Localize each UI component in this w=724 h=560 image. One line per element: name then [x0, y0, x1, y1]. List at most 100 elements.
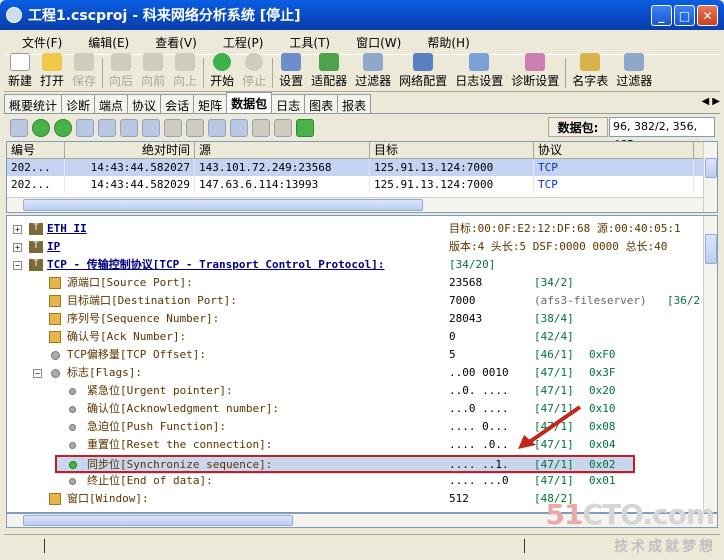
- tab-scroll-arrows[interactable]: ◀ ▶: [701, 96, 720, 107]
- col-number[interactable]: 编号: [7, 142, 65, 158]
- start-button[interactable]: 开始: [210, 53, 234, 91]
- tree-field[interactable]: 急迫位[Push Function]:.... 0...[47/1]0x08: [7, 418, 705, 436]
- stop-button[interactable]: 停止: [242, 53, 266, 91]
- tab-reports[interactable]: 报表: [337, 94, 372, 113]
- log-settings-button[interactable]: 日志设置: [455, 53, 503, 91]
- hex-view-icon[interactable]: [120, 118, 138, 137]
- back-arrow-icon[interactable]: [32, 118, 50, 137]
- close-button[interactable]: ✕: [697, 5, 718, 26]
- column-icon[interactable]: [186, 118, 204, 137]
- menu-edit[interactable]: 编辑(E): [88, 34, 129, 51]
- detail-vscroll[interactable]: [703, 216, 717, 512]
- packet-list-hscroll[interactable]: [7, 197, 703, 212]
- tab-packets[interactable]: 数据包: [226, 92, 273, 113]
- back-button[interactable]: 向后: [109, 53, 133, 91]
- tree-node-ip[interactable]: + T IP 版本:4 头长:5 DSF:0000 0000 总长:40: [7, 238, 705, 256]
- tab-protocol[interactable]: 协议: [127, 94, 162, 113]
- adapter-button[interactable]: 适配器: [311, 53, 347, 91]
- up-button[interactable]: 向上: [173, 53, 197, 91]
- copy-icon[interactable]: [274, 118, 292, 137]
- filter-icon: [363, 53, 384, 71]
- back-icon: [111, 53, 132, 71]
- tab-log[interactable]: 日志: [271, 94, 306, 113]
- packet-detail-tree: + T ETH II 目标:00:0F:E2:12:DF:68 源:00:40:…: [6, 215, 718, 513]
- list-view-icon[interactable]: [76, 118, 94, 137]
- print-icon[interactable]: [252, 118, 270, 137]
- filter-button[interactable]: 过滤器: [355, 53, 391, 91]
- menu-file[interactable]: 文件(F): [22, 34, 62, 51]
- tree-field[interactable]: 序列号[Sequence Number]: 28043 [38/4]: [7, 310, 705, 328]
- menu-window[interactable]: 窗口(W): [356, 34, 401, 51]
- tab-diagnosis[interactable]: 诊断: [61, 94, 96, 113]
- tree-field[interactable]: 紧急位[Urgent pointer]: ..0. .... [47/1] 0x20: [7, 382, 705, 400]
- settings-icon: [281, 53, 302, 71]
- menu-view[interactable]: 查看(V): [155, 34, 197, 51]
- packet-count-label: 数据包:: [548, 117, 608, 137]
- col-destination[interactable]: 目标: [370, 142, 534, 158]
- tree-node-tcp[interactable]: − T TCP - 传输控制协议[TCP - Transport Control…: [7, 256, 705, 274]
- forward-arrow-icon[interactable]: [54, 118, 72, 137]
- network-config-button[interactable]: 网络配置: [399, 53, 447, 91]
- collapse-icon[interactable]: −: [13, 261, 22, 270]
- tree-node-flags[interactable]: − 标志[Flags]: ..00 0010 [47/1] 0x3F: [7, 364, 705, 382]
- col-abs-time[interactable]: 绝对时间: [65, 142, 195, 158]
- watermark-slogan: 技术成就梦想: [614, 539, 716, 555]
- main-toolbar: 新建 打开 保存 向后 向前 向上 开始 停止 设置 适配器 过滤器 网络配置 …: [4, 53, 720, 92]
- tree-node-eth[interactable]: + T ETH II 目标:00:0F:E2:12:DF:68 源:00:40:…: [7, 220, 705, 238]
- tree-field[interactable]: 终止位[End of data]:.... ...0 [47/1] 0x01: [7, 472, 705, 490]
- filter2-button[interactable]: 过滤器: [616, 53, 652, 91]
- menu-project[interactable]: 工程(P): [223, 34, 264, 51]
- watermark-text: CTO.com: [582, 498, 715, 531]
- tab-charts[interactable]: 图表: [304, 94, 339, 113]
- maximize-button[interactable]: □: [674, 5, 695, 26]
- tab-matrix[interactable]: 矩阵: [193, 94, 228, 113]
- tree-field[interactable]: 确认位[Acknowledgment number]: ...0 .... [47/…: [7, 400, 705, 418]
- minimize-button[interactable]: _: [651, 5, 672, 26]
- diagnosis-settings-button[interactable]: 诊断设置: [511, 53, 559, 91]
- window-title: 工程1.cscproj - 科来网络分析系统 [停止]: [28, 8, 301, 24]
- flag-dot-icon: [69, 406, 76, 413]
- name-table-icon: [580, 53, 601, 71]
- flag-dot-icon: [69, 478, 76, 485]
- new-button[interactable]: 新建: [8, 53, 32, 91]
- tree-field[interactable]: 重置位[Reset the connection]:.... .0.. [47/1…: [7, 436, 705, 454]
- export-icon[interactable]: [142, 118, 160, 137]
- stop-icon: [245, 53, 264, 71]
- tree-field[interactable]: 确认号[Ack Number]: 0 [42/4]: [7, 328, 705, 346]
- packet-count-value: 96, 382/2, 356, 465: [609, 117, 715, 151]
- tree-field[interactable]: 源端口[Source Port]: 23568 [34/2]: [7, 274, 705, 292]
- menu-help[interactable]: 帮助(H): [427, 34, 469, 51]
- table-row[interactable]: 202... 14:43:44.582027 143.101.72.249:23…: [7, 159, 717, 176]
- refresh-icon[interactable]: [296, 118, 314, 137]
- tree-field[interactable]: 目标端口[Destination Port]: 7000 (afs3-fileser…: [7, 292, 705, 310]
- open-button[interactable]: 打开: [40, 53, 64, 91]
- tab-endpoints[interactable]: 端点: [94, 94, 129, 113]
- packet-list: 编号 绝对时间 源 目标 协议 202... 14:43:44.582027 1…: [6, 141, 718, 213]
- expand-icon[interactable]: +: [13, 243, 22, 252]
- packet-list-header: 编号 绝对时间 源 目标 协议: [7, 142, 717, 159]
- view-tabs: 概要统计 诊断 端点 协议 会话 矩阵 数据包 日志 图表 报表: [4, 92, 720, 114]
- packet-list-vscroll[interactable]: [703, 142, 717, 212]
- collapse-icon[interactable]: −: [33, 369, 42, 378]
- save-button[interactable]: 保存: [72, 53, 96, 91]
- menu-tools[interactable]: 工具(T): [289, 34, 330, 51]
- tab-sessions[interactable]: 会话: [160, 94, 195, 113]
- col-protocol[interactable]: 协议: [534, 142, 694, 158]
- save-icon: [74, 53, 95, 71]
- protocol-icon: T: [29, 223, 43, 235]
- table-row[interactable]: 202... 14:43:44.582029 147.63.6.114:1399…: [7, 176, 717, 193]
- flag-dot-icon: [69, 388, 76, 395]
- protocol-icon: T: [29, 259, 43, 271]
- forward-button[interactable]: 向前: [141, 53, 165, 91]
- col-source[interactable]: 源: [195, 142, 370, 158]
- name-table-button[interactable]: 名字表: [572, 53, 608, 91]
- network-icon[interactable]: [10, 118, 28, 137]
- decode-icon[interactable]: [230, 118, 248, 137]
- settings-button[interactable]: 设置: [279, 53, 303, 91]
- expand-icon[interactable]: +: [13, 225, 22, 234]
- tree-field[interactable]: TCP偏移量[TCP Offset]: 5 [46/1] 0xF0: [7, 346, 705, 364]
- filter-icon[interactable]: [164, 118, 182, 137]
- tab-summary[interactable]: 概要统计: [4, 94, 63, 113]
- detail-view-icon[interactable]: [98, 118, 116, 137]
- layout-icon[interactable]: [208, 118, 226, 137]
